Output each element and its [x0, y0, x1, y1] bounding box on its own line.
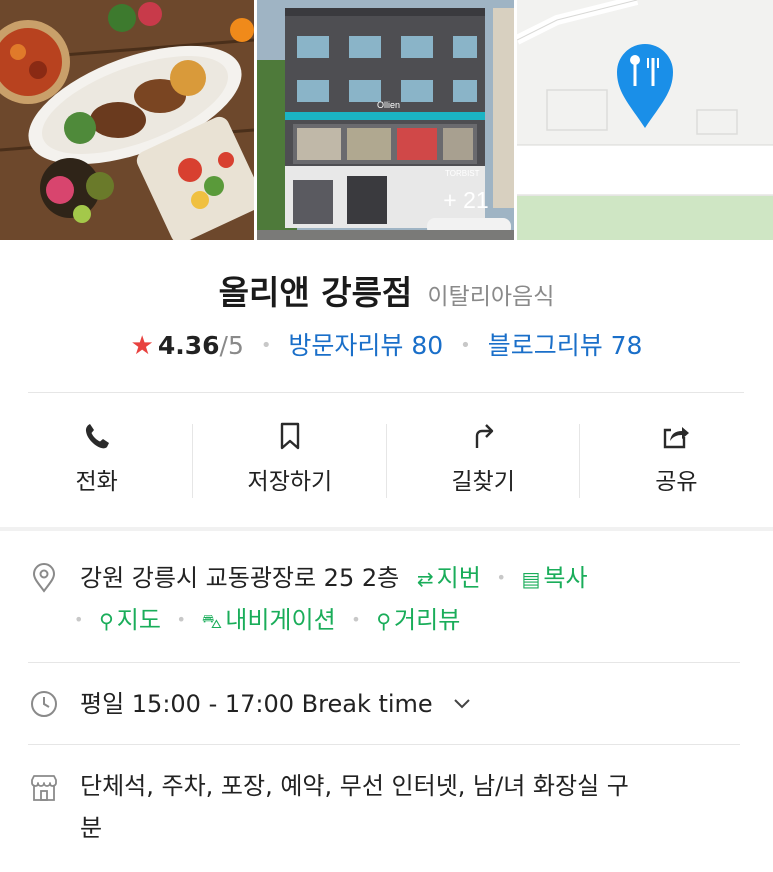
share-icon: [664, 427, 690, 449]
share-label: 공유: [655, 469, 698, 495]
hours-text: 평일 15:00 - 17:00 Break time: [80, 690, 433, 718]
copy-button[interactable]: ▤ 복사: [522, 564, 588, 592]
separator-dot: •: [351, 610, 361, 629]
swap-icon: ⇄: [416, 567, 434, 591]
divider: [28, 662, 740, 663]
address-links: • ⚲ 지도 • ⛍ 내비게이션 • ⚲ 거리뷰: [74, 598, 460, 643]
blog-reviews-link[interactable]: 블로그리뷰 78: [488, 331, 643, 360]
save-button[interactable]: 저장하기: [193, 414, 387, 506]
share-button[interactable]: 공유: [580, 414, 773, 506]
hours-row[interactable]: 평일 15:00 - 17:00 Break time: [28, 682, 744, 728]
more-photos-count[interactable]: + 21: [420, 178, 512, 222]
visitor-reviews-link[interactable]: 방문자리뷰 80: [288, 331, 443, 360]
section-divider: [0, 527, 773, 531]
address-row: 강원 강릉시 교동광장로 25 2층 ⇄ 지번 • ▤ 복사 • ⚲ 지도 • ⛍ 내비…: [28, 556, 744, 648]
call-button[interactable]: 전화: [0, 414, 194, 506]
rating-value: 4.36: [157, 331, 220, 360]
divider: [28, 744, 740, 745]
address-line: 강원 강릉시 교동광장로 25 2층 ⇄ 지번 • ▤ 복사: [80, 556, 588, 601]
storefront-sign-torbist: TORBIST: [445, 169, 480, 178]
storefront-photo[interactable]: Ollien TORBIST + 21: [257, 0, 514, 240]
action-bar: 전화 저장하기 길찾기 공유: [0, 414, 773, 506]
amenities-row: 단체석, 주차, 포장, 예약, 무선 인터넷, 남/녀 화장실 구 분: [28, 764, 744, 860]
separator-dot: •: [176, 610, 186, 629]
clock-icon: [31, 691, 57, 717]
copy-icon: ▤: [521, 567, 541, 591]
food-photo[interactable]: [0, 0, 254, 240]
storefront-sign-ollien: Ollien: [377, 100, 400, 110]
save-label: 저장하기: [247, 469, 333, 495]
location-pin-icon: [32, 563, 56, 593]
phone-icon: [85, 424, 109, 449]
navigation-label: 내비게이션: [225, 606, 336, 634]
place-category: 이탈리아음식: [427, 284, 555, 310]
map-thumbnail[interactable]: [517, 0, 773, 240]
car-icon: ⛍: [201, 609, 223, 633]
amenities-line-1: 단체석, 주차, 포장, 예약, 무선 인터넷, 남/녀 화장실 구: [80, 772, 629, 800]
copy-label: 복사: [543, 564, 588, 592]
streetview-link[interactable]: ⚲ 거리뷰: [376, 606, 460, 634]
separator-dot: •: [460, 335, 471, 356]
photo-strip: Ollien TORBIST + 21: [0, 0, 773, 240]
separator-dot: •: [74, 610, 84, 629]
navigation-link[interactable]: ⛍ 내비게이션: [202, 606, 336, 634]
streetview-icon: ⚲: [376, 609, 392, 633]
map-label: 지도: [116, 606, 161, 634]
map-pin-icon: ⚲: [99, 609, 114, 633]
place-name: 올리앤 강릉점: [218, 273, 413, 312]
chevron-down-icon[interactable]: [452, 697, 472, 711]
streetview-label: 거리뷰: [394, 606, 461, 634]
place-title-row: 올리앤 강릉점 이탈리아음식: [0, 266, 773, 314]
directions-icon: [475, 424, 494, 448]
jibun-label: 지번: [436, 564, 481, 592]
store-icon: [31, 775, 57, 801]
bookmark-icon: [280, 422, 300, 450]
map-link[interactable]: ⚲ 지도: [99, 606, 161, 634]
directions-button[interactable]: 길찾기: [387, 414, 580, 506]
amenities-line-2: 분: [80, 814, 103, 842]
map-image: [517, 0, 773, 240]
separator-dot: •: [496, 568, 506, 587]
separator-dot: •: [260, 335, 272, 356]
rating-review-row: ★ 4.36/5 • 방문자리뷰 80 • 블로그리뷰 78: [0, 326, 773, 362]
directions-label: 길찾기: [451, 469, 515, 495]
call-label: 전화: [75, 469, 118, 495]
rating-max: /5: [219, 331, 244, 360]
hours-line: 평일 15:00 - 17:00 Break time: [80, 682, 472, 726]
address-text: 강원 강릉시 교동광장로 25 2층: [80, 564, 400, 592]
divider: [28, 392, 744, 393]
jibun-button[interactable]: ⇄ 지번: [417, 564, 481, 592]
star-icon: ★: [130, 331, 154, 361]
food-photo-image: [0, 0, 254, 240]
